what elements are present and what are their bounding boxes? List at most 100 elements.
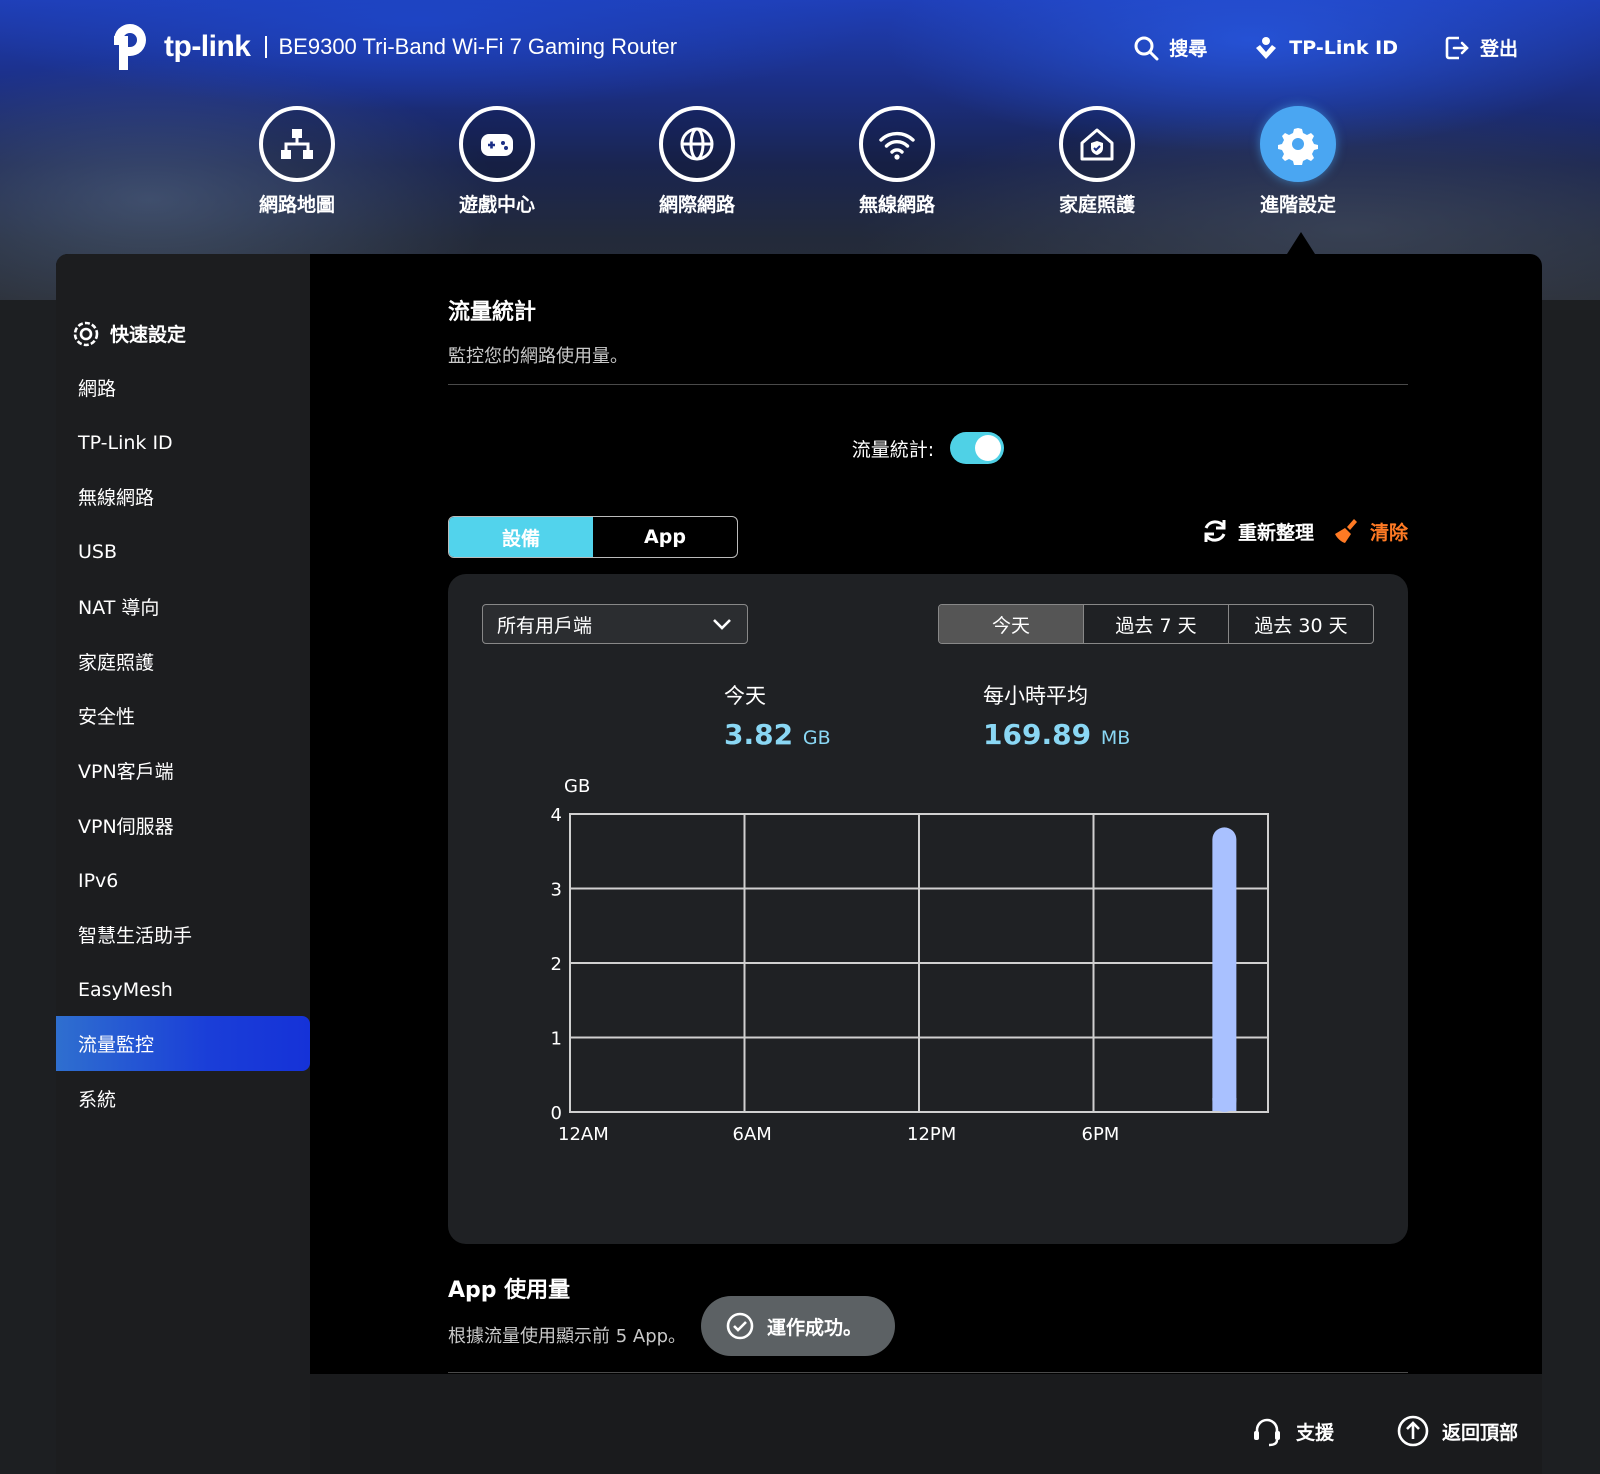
sidebar-item-label: 家庭照護 (78, 652, 155, 674)
nav-internet[interactable]: 網際網路 (632, 106, 762, 217)
traffic-toggle-row: 流量統計: (448, 432, 1408, 464)
y-axis-label: GB (564, 776, 590, 797)
sidebar-item-label: VPN伺服器 (78, 816, 174, 838)
refresh-row: 重新整理 清除 (1200, 516, 1408, 546)
sidebar-item-vpn-client[interactable]: VPN客戶端 (56, 743, 310, 798)
clear-button[interactable]: 清除 (1332, 516, 1408, 546)
sidebar-item-nat-forwarding[interactable]: NAT 導向 (56, 579, 310, 634)
home-shield-icon (1080, 128, 1114, 161)
support-label: 支援 (1296, 1421, 1335, 1444)
sidebar-item-wireless[interactable]: 無線網路 (56, 469, 310, 524)
y-tick-label: 2 (551, 954, 562, 975)
stat-avg-label: 每小時平均 (983, 684, 1088, 708)
toggle-label: 流量統計: (851, 438, 935, 461)
toggle-knob (975, 435, 1002, 461)
sidebar-item-label: USB (78, 540, 118, 563)
stat-avg-unit: MB (1100, 727, 1131, 749)
nav-homeshield[interactable]: 家庭照護 (1032, 106, 1162, 217)
search-icon (1134, 36, 1159, 60)
nav-advanced[interactable]: 進階設定 (1233, 106, 1363, 217)
view-tabs: 設備 App (448, 516, 738, 558)
period-30days[interactable]: 過去 30 天 (1228, 605, 1373, 643)
sidebar-item-label: 網路 (78, 378, 117, 400)
sidebar-item-ipv6[interactable]: IPv6 (56, 853, 310, 908)
client-select[interactable]: 所有用戶端 (482, 604, 748, 644)
sidebar-item-quick-setup[interactable]: 快速設定 (56, 306, 310, 361)
tab-app[interactable]: App (593, 517, 737, 557)
sidebar-item-label: 無線網路 (78, 487, 155, 509)
sidebar-item-label: NAT 導向 (78, 597, 160, 619)
sidebar-item-usb[interactable]: USB (56, 524, 310, 579)
client-select-value: 所有用戶端 (497, 614, 593, 637)
sidebar-item-label: EasyMesh (78, 978, 173, 1001)
globe-icon (680, 127, 714, 161)
search-button[interactable]: 搜尋 (1133, 34, 1207, 61)
tp-link-logo-icon (114, 24, 146, 70)
sidebar-item-network[interactable]: 網路 (56, 360, 310, 415)
y-tick-label: 4 (551, 805, 562, 826)
nav-label: 遊戲中心 (458, 194, 535, 216)
sidebar-item-security[interactable]: 安全性 (56, 688, 310, 743)
section-desc-traffic: 監控您的網路使用量。 (448, 346, 628, 367)
nav-wireless-circle (859, 106, 935, 182)
search-label: 搜尋 (1169, 38, 1208, 60)
main-panel: 快速設定 網路 TP-Link ID 無線網路 USB NAT 導向 家庭照護 … (56, 254, 1542, 1474)
tplink-id-icon (1256, 36, 1277, 59)
sidebar-item-system[interactable]: 系統 (56, 1071, 310, 1126)
logout-label: 登出 (1479, 38, 1518, 60)
tp-link-logo[interactable]: tp-link BE9300 Tri-Band Wi-Fi 7 Gaming R… (106, 20, 677, 74)
network-map-icon (281, 129, 313, 159)
nav-advanced-circle (1260, 106, 1336, 182)
traffic-stats-toggle[interactable] (950, 432, 1005, 464)
nav-homeshield-circle (1059, 106, 1135, 182)
sidebar-item-smart-life[interactable]: 智慧生活助手 (56, 907, 310, 962)
period-today[interactable]: 今天 (939, 605, 1083, 643)
sidebar-item-vpn-server[interactable]: VPN伺服器 (56, 798, 310, 853)
footer-bar: 支援 返回頂部 (310, 1374, 1542, 1474)
divider (448, 384, 1408, 385)
arrow-up-circle-icon (1397, 1415, 1429, 1447)
sidebar-item-label: 智慧生活助手 (78, 925, 193, 947)
chart-bar-base (1212, 1098, 1237, 1111)
main-nav: 網路地圖 遊戲中心 網際網路 無線網路 家庭照護 進階設定 (0, 106, 1600, 226)
sidebar-item-label: 流量監控 (78, 1034, 155, 1056)
nav-network-map-circle (259, 106, 335, 182)
sidebar-item-label: VPN客戶端 (78, 761, 174, 783)
nav-label: 進階設定 (1259, 194, 1336, 216)
chevron-down-icon (713, 619, 731, 630)
x-tick-label: 12AM (558, 1124, 609, 1145)
chart-bar (1212, 827, 1237, 1112)
y-tick-label: 0 (551, 1103, 562, 1124)
back-to-top-label: 返回頂部 (1442, 1421, 1519, 1444)
x-tick-label: 6AM (733, 1124, 772, 1145)
stat-today-label: 今天 (724, 684, 766, 708)
tab-devices[interactable]: 設備 (449, 517, 593, 557)
sidebar-item-traffic-monitor[interactable]: 流量監控 (56, 1016, 310, 1071)
sidebar-item-homeshield[interactable]: 家庭照護 (56, 634, 310, 689)
refresh-button[interactable]: 重新整理 (1200, 516, 1314, 546)
wifi-icon (879, 131, 915, 160)
traffic-bar-chart: 0 1 2 3 4 12AM 6AM 12PM 6PM GB (551, 776, 1269, 1145)
headset-icon (1254, 1418, 1280, 1447)
nav-label: 無線網路 (858, 194, 935, 216)
nav-wireless[interactable]: 無線網路 (832, 106, 962, 217)
nav-label: 家庭照護 (1058, 194, 1135, 216)
y-tick-label: 3 (551, 880, 562, 901)
stat-today-unit: GB (802, 727, 831, 749)
sidebar-item-tplink-id[interactable]: TP-Link ID (56, 415, 310, 470)
back-to-top-button[interactable]: 返回頂部 (1396, 1414, 1518, 1448)
toast-text: 運作成功。 (767, 1316, 863, 1339)
refresh-icon (1204, 520, 1226, 542)
gear-icon (1278, 128, 1318, 165)
support-button[interactable]: 支援 (1250, 1414, 1334, 1448)
stat-today-value-row: 3.82 GB (724, 718, 831, 751)
clear-label: 清除 (1369, 521, 1408, 544)
tplink-id-button[interactable]: TP-Link ID (1253, 34, 1398, 61)
logout-button[interactable]: 登出 (1444, 34, 1518, 61)
top-actions: 搜尋 TP-Link ID 登出 (1133, 34, 1518, 61)
logo-text: tp-link (164, 30, 251, 63)
period-7days[interactable]: 過去 7 天 (1083, 605, 1228, 643)
sidebar-item-easymesh[interactable]: EasyMesh (56, 962, 310, 1017)
nav-game-center[interactable]: 遊戲中心 (432, 106, 562, 217)
nav-network-map[interactable]: 網路地圖 (232, 106, 362, 217)
